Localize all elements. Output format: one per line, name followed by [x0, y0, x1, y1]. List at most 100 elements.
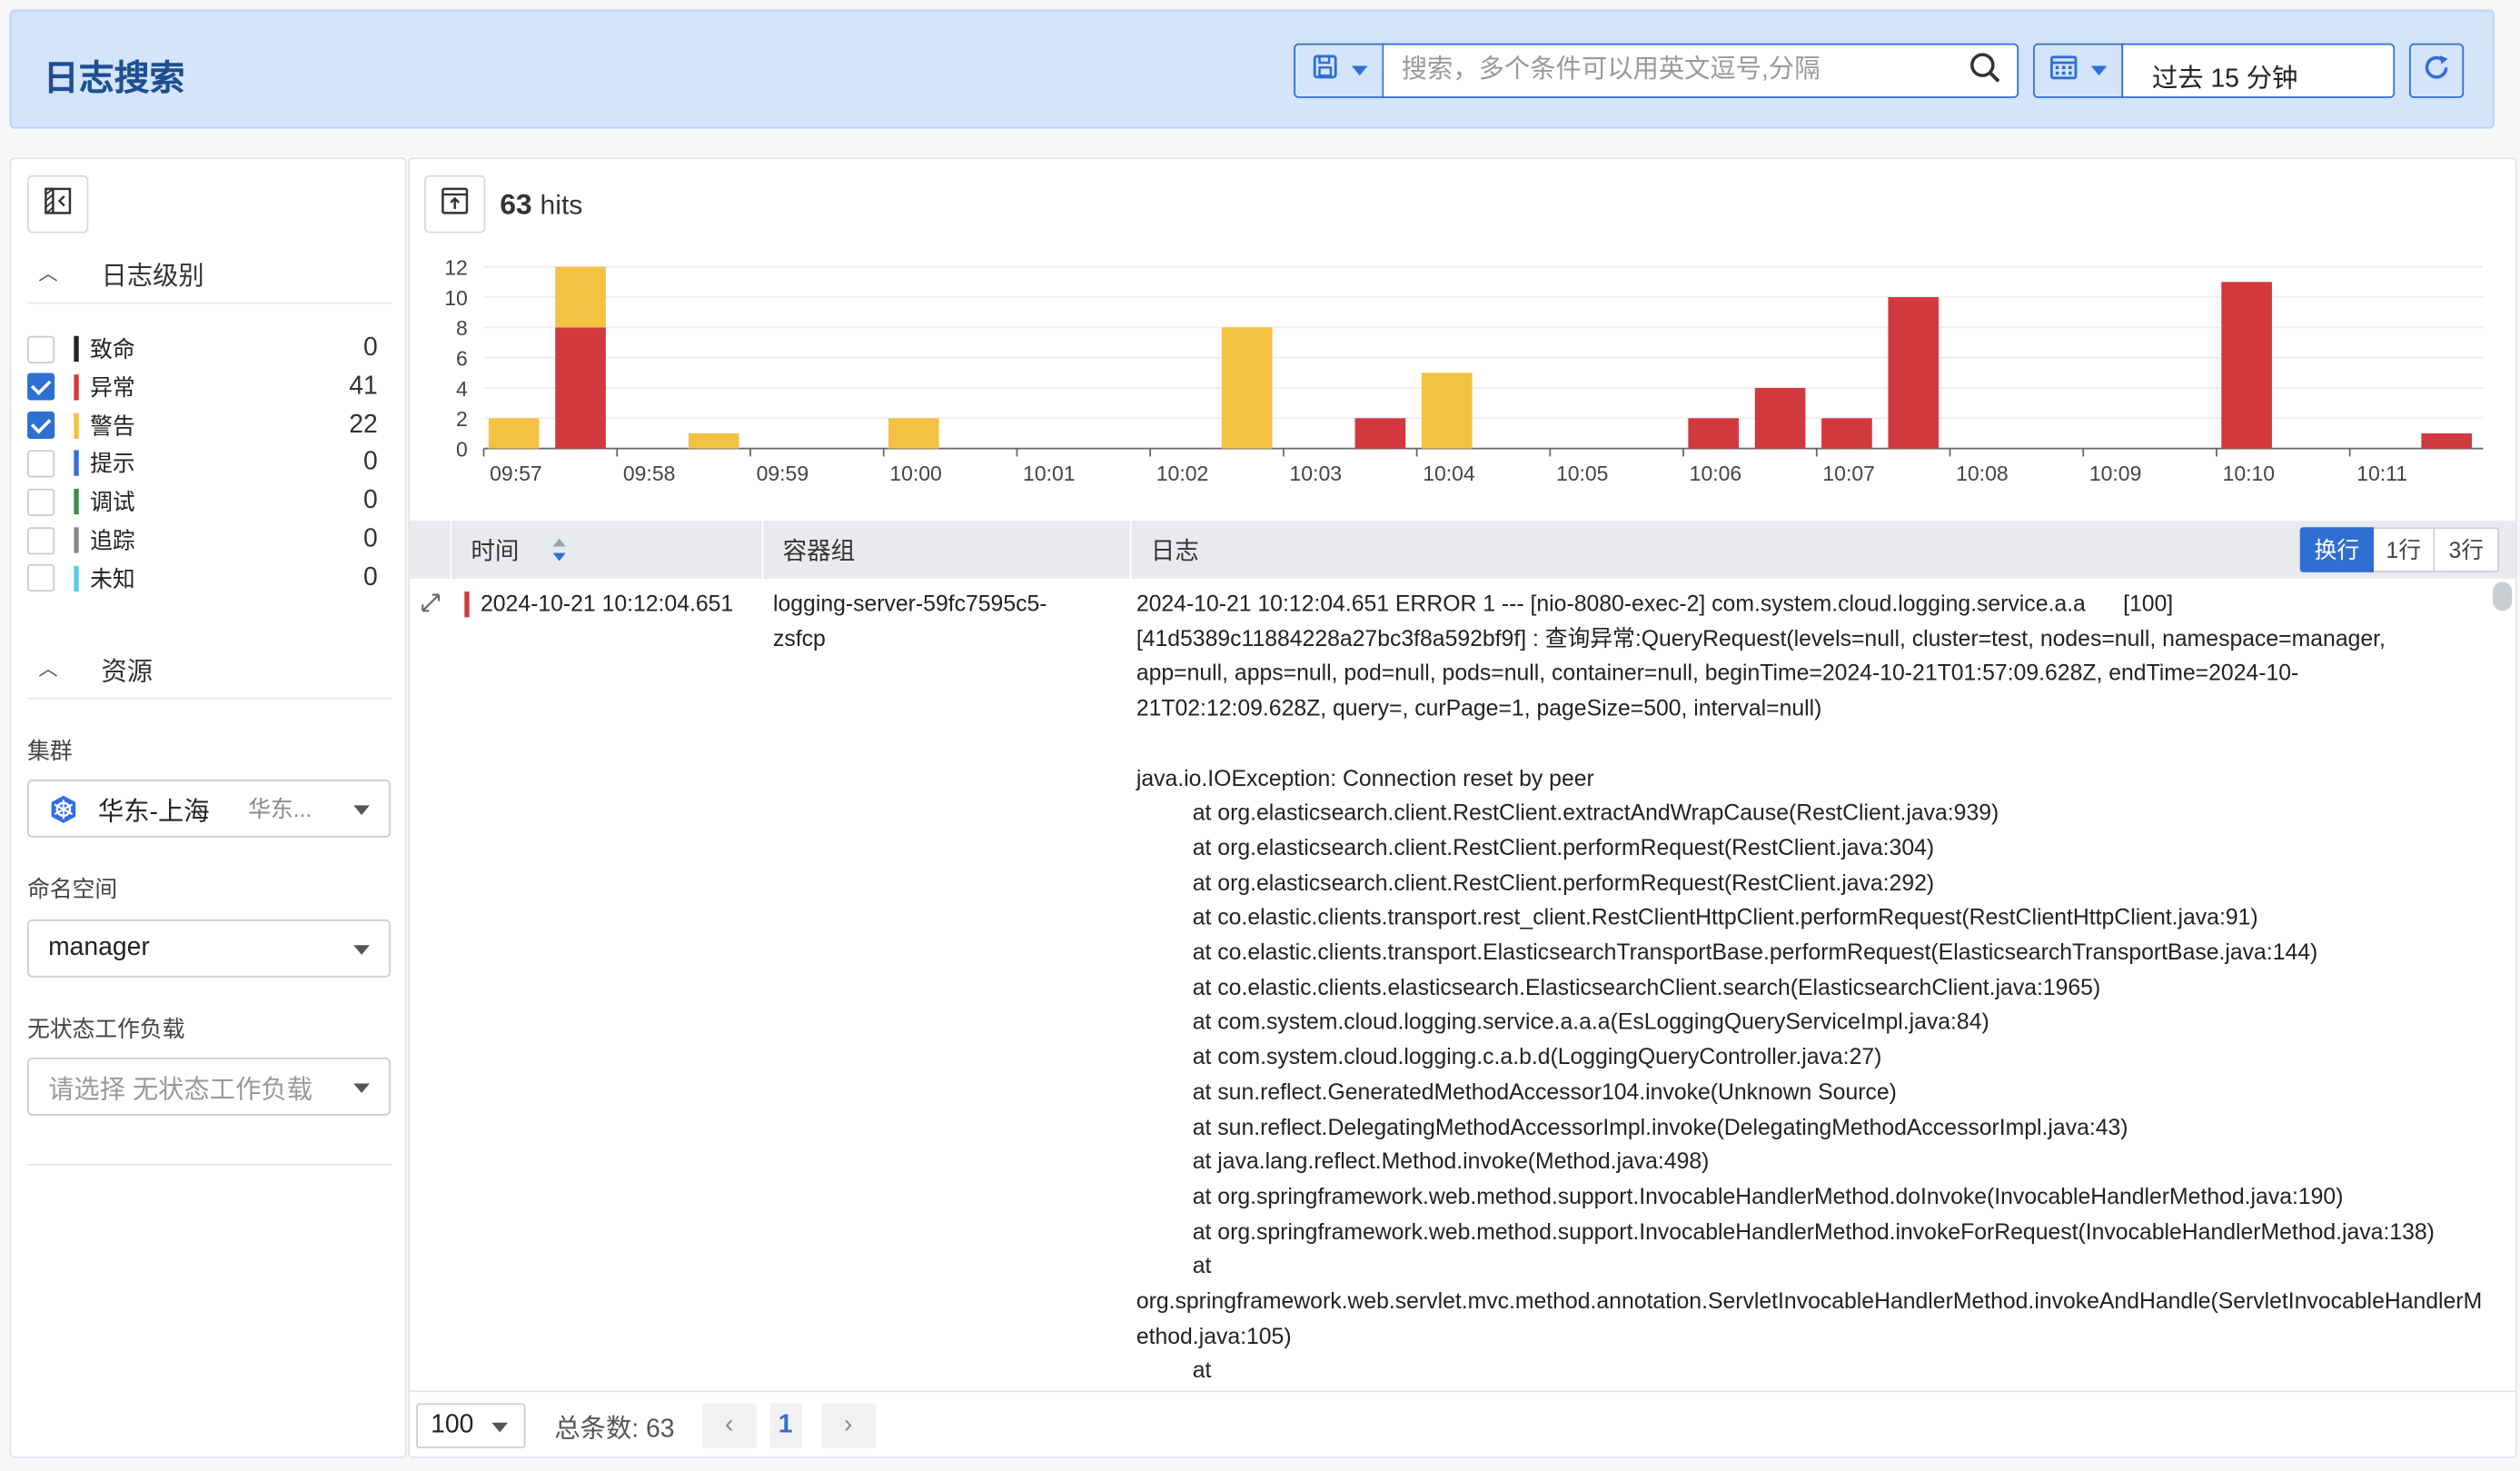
level-filter-item[interactable]: 异常 41 [27, 370, 378, 405]
level-checkbox[interactable] [27, 412, 55, 440]
log-table-body: 2024-10-21 10:12:04.651 logging-server-5… [410, 579, 2515, 1392]
log-text-line: at com.system.cloud.logging.c.a.b.d(Logg… [1136, 1043, 1882, 1069]
level-filter-item[interactable]: 追踪 0 [27, 522, 378, 558]
workload-label: 无状态工作负载 [27, 1016, 185, 1042]
search-input[interactable] [1384, 46, 1969, 95]
level-section-title: 日志级别 [101, 263, 204, 291]
level-checkbox[interactable] [27, 373, 55, 402]
chevron-right-icon: › [843, 1410, 853, 1438]
time-range-field[interactable]: 过去 15 分钟 [2121, 43, 2396, 98]
saved-search-button[interactable] [1294, 43, 1384, 98]
level-name: 未知 [90, 565, 135, 591]
y-tick-label: 8 [456, 316, 468, 340]
bar-error [1888, 297, 1940, 449]
level-section-header[interactable]: ︿ 日志级别 [27, 243, 392, 304]
level-count: 0 [363, 449, 378, 477]
log-text-line: at [1136, 1252, 1212, 1279]
scrollbar-thumb[interactable] [2493, 581, 2513, 611]
log-text-line: at org.elasticsearch.client.RestClient.e… [1136, 799, 1999, 825]
wrap-mode-group: 换行 1行 3行 [2299, 527, 2500, 572]
log-text-line: 2024-10-21 10:12:04.651 ERROR 1 --- [nio… [1136, 590, 2174, 616]
resource-section-header[interactable]: ︿ 资源 [27, 638, 392, 700]
level-filter-item[interactable]: 未知 0 [27, 561, 378, 596]
y-tick-label: 12 [444, 256, 468, 280]
level-checkbox[interactable] [27, 564, 55, 592]
expand-row-icon[interactable] [420, 591, 442, 619]
search-icon[interactable] [1969, 51, 2000, 91]
workload-select[interactable]: 请选择 无状态工作负载 [27, 1058, 391, 1116]
sort-icon[interactable] [551, 537, 568, 562]
bar-warning [1421, 373, 1473, 449]
level-filter-item[interactable]: 调试 0 [27, 484, 378, 520]
export-button[interactable] [424, 174, 486, 234]
collapse-sidebar-button[interactable] [27, 174, 89, 234]
results-panel: 63 hits 0 2 4 6 8 10 12 09:57 09:58 09:59 10:00 10:… [408, 157, 2517, 1458]
x-tick-label: 10:02 [1156, 462, 1209, 485]
level-checkbox[interactable] [27, 526, 55, 554]
namespace-value: manager [48, 933, 150, 961]
x-tick-label: 09:59 [757, 462, 809, 485]
time-column-header[interactable]: 时间 [451, 521, 764, 579]
chevron-down-icon [491, 1421, 509, 1432]
y-tick-label: 2 [456, 407, 468, 431]
x-tick-label: 10:05 [1556, 462, 1609, 485]
x-tick-label: 10:03 [1290, 462, 1343, 485]
level-checkbox[interactable] [27, 450, 55, 478]
expand-column-header [410, 521, 452, 579]
log-text-line: ethod.java:105) [1136, 1322, 1292, 1348]
bar-warning [1221, 327, 1273, 449]
level-color-marker [74, 335, 79, 363]
level-name: 警告 [90, 412, 135, 439]
log-text-line: at co.elastic.clients.transport.rest_cli… [1136, 903, 2258, 930]
level-indicator-error [464, 591, 470, 618]
log-text-line: at sun.reflect.DelegatingMethodAccessorI… [1136, 1113, 2128, 1139]
total-count: 总条数: 63 [554, 1415, 675, 1443]
export-icon [441, 185, 470, 223]
divider [27, 1163, 392, 1166]
log-text-line: at java.lang.reflect.Method.invoke(Metho… [1136, 1148, 1710, 1174]
cluster-select[interactable]: 华东-上海 华东... [27, 780, 391, 838]
refresh-button[interactable] [2409, 43, 2465, 98]
page-size-select[interactable]: 100 [416, 1402, 526, 1448]
y-tick-label: 4 [456, 377, 468, 401]
row-container-line1: logging-server-59fc7595c5- [772, 590, 1047, 616]
namespace-select[interactable]: manager [27, 919, 391, 978]
filter-sidebar: ︿ 日志级别 致命 0 异常 41 警告 22 提示 0 调试 0 追踪 0 未知 0 ︿ 资源 集群 华… [9, 157, 407, 1458]
bar-error [2421, 432, 2473, 449]
bar-error [2221, 282, 2272, 449]
x-tick-label: 10:00 [889, 462, 942, 485]
log-text-line: at com.system.cloud.logging.service.a.a.… [1136, 1008, 1989, 1035]
x-tick-label: 10:04 [1423, 462, 1475, 485]
namespace-label: 命名空间 [27, 876, 118, 902]
date-picker-button[interactable] [2033, 43, 2124, 98]
cluster-region: 华东... [248, 795, 313, 822]
level-color-marker [74, 489, 79, 515]
log-text-line: java.io.IOException: Connection reset by… [1136, 764, 1594, 790]
level-filter-item[interactable]: 提示 0 [27, 446, 378, 482]
log-text-line: 21T02:12:09.628Z, query=, curPage=1, pag… [1136, 694, 1822, 721]
log-text-line: at org.springframework.web.method.suppor… [1136, 1182, 2344, 1209]
level-filter-item[interactable]: 致命 0 [27, 331, 378, 366]
y-tick-label: 0 [456, 437, 468, 461]
level-checkbox[interactable] [27, 334, 55, 363]
page-number-current[interactable]: 1 [769, 1402, 802, 1448]
calendar-icon [2049, 53, 2079, 88]
wrap-mode-3-lines[interactable]: 3行 [2435, 527, 2500, 572]
level-count: 41 [349, 373, 378, 401]
pagination-bar: 100 总条数: 63 ‹ 1 › [410, 1390, 2515, 1457]
chevron-down-icon [353, 1083, 370, 1094]
collapse-panel-icon [44, 185, 73, 223]
level-count: 0 [363, 333, 378, 363]
log-text-line: at co.elastic.clients.elasticsearch.Elas… [1136, 973, 2101, 999]
chevron-up-icon: ︿ [38, 262, 58, 285]
wrap-mode-wrap[interactable]: 换行 [2299, 527, 2375, 572]
next-page-button[interactable]: › [820, 1402, 876, 1448]
level-filter-item[interactable]: 警告 22 [27, 408, 378, 443]
x-tick-label: 09:58 [623, 462, 676, 485]
prev-page-button[interactable]: ‹ [701, 1402, 757, 1448]
wrap-mode-1-line[interactable]: 1行 [2374, 527, 2436, 572]
level-checkbox[interactable] [27, 488, 55, 516]
x-tick-label: 10:08 [1956, 462, 2009, 485]
chevron-up-icon: ︿ [38, 657, 58, 681]
log-text-line: at org.elasticsearch.client.RestClient.p… [1136, 834, 1935, 860]
